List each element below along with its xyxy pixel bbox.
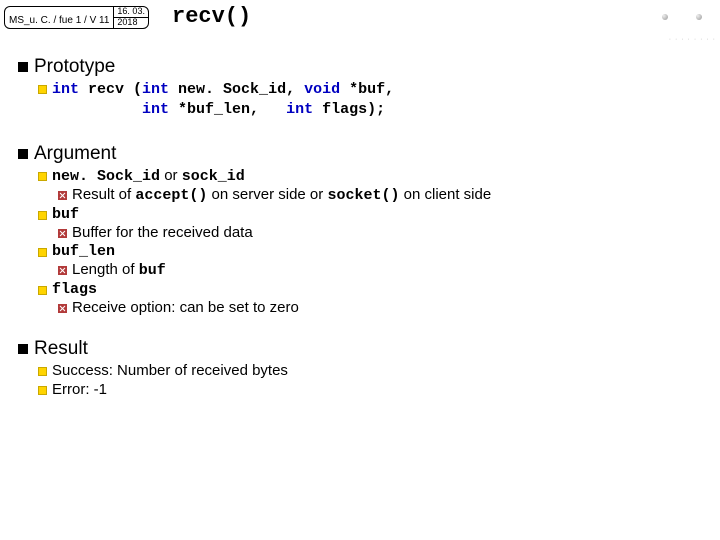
bullet-yellow-icon — [38, 211, 47, 220]
arg-flags: flags — [38, 281, 700, 298]
dot-icon — [662, 14, 668, 20]
corner-dots — [662, 14, 702, 20]
result-error: Error: -1 — [38, 381, 700, 398]
bullet-yellow-icon — [38, 172, 47, 181]
result-text: Success: Number of received bytes — [52, 362, 288, 379]
arg-label: flags — [52, 281, 97, 298]
arg-label: buf — [52, 206, 79, 223]
bullet-square-icon — [18, 344, 28, 354]
bullet-yellow-icon — [38, 248, 47, 257]
arg-flags-desc: Receive option: can be set to zero — [58, 299, 700, 316]
section-result: Result — [18, 338, 700, 360]
slide-title: recv() — [172, 4, 251, 29]
arg-desc: Result of accept() on server side or soc… — [72, 186, 491, 204]
dot-icon — [696, 14, 702, 20]
arg-newsockid: new. Sock_id or sock_id — [38, 167, 700, 185]
arg-desc: Length of buf — [72, 261, 166, 279]
section-argument: Argument — [18, 143, 700, 165]
bullet-x-icon — [58, 266, 67, 275]
code-signature: int recv (int new. Sock_id, void *buf, i… — [52, 80, 394, 121]
arg-desc: Receive option: can be set to zero — [72, 299, 299, 316]
result-success: Success: Number of received bytes — [38, 362, 700, 379]
arg-buf-desc: Buffer for the received data — [58, 224, 700, 241]
section-heading: Prototype — [34, 56, 115, 78]
bullet-x-icon — [58, 229, 67, 238]
bullet-yellow-icon — [38, 367, 47, 376]
section-prototype: Prototype — [18, 56, 700, 78]
bullet-x-icon — [58, 191, 67, 200]
bullet-square-icon — [18, 62, 28, 72]
arg-label: buf_len — [52, 243, 115, 260]
arg-buflen: buf_len — [38, 243, 700, 260]
bullet-x-icon — [58, 304, 67, 313]
slide-meta-box: MS_u. C. / fue 1 / V 11 16. 03. 2018 — [4, 6, 149, 29]
prototype-signature: int recv (int new. Sock_id, void *buf, i… — [38, 80, 700, 121]
bullet-yellow-icon — [38, 286, 47, 295]
slide-date: 16. 03. 2018 — [113, 7, 148, 28]
bullet-square-icon — [18, 149, 28, 159]
result-text: Error: -1 — [52, 381, 107, 398]
date-bottom: 2018 — [114, 18, 148, 28]
bullet-yellow-icon — [38, 85, 47, 94]
arg-desc: Buffer for the received data — [72, 224, 253, 241]
arg-buflen-desc: Length of buf — [58, 261, 700, 279]
bullet-yellow-icon — [38, 386, 47, 395]
slide-body: Prototype int recv (int new. Sock_id, vo… — [18, 56, 700, 398]
section-heading: Argument — [34, 143, 116, 165]
section-heading: Result — [34, 338, 88, 360]
course-label: MS_u. C. / fue 1 / V 11 — [5, 7, 113, 28]
arg-newsockid-desc: Result of accept() on server side or soc… — [58, 186, 700, 204]
arg-buf: buf — [38, 206, 700, 223]
arg-label: new. Sock_id or sock_id — [52, 167, 245, 185]
decorative-marks: · · · · · · · · — [669, 36, 716, 43]
